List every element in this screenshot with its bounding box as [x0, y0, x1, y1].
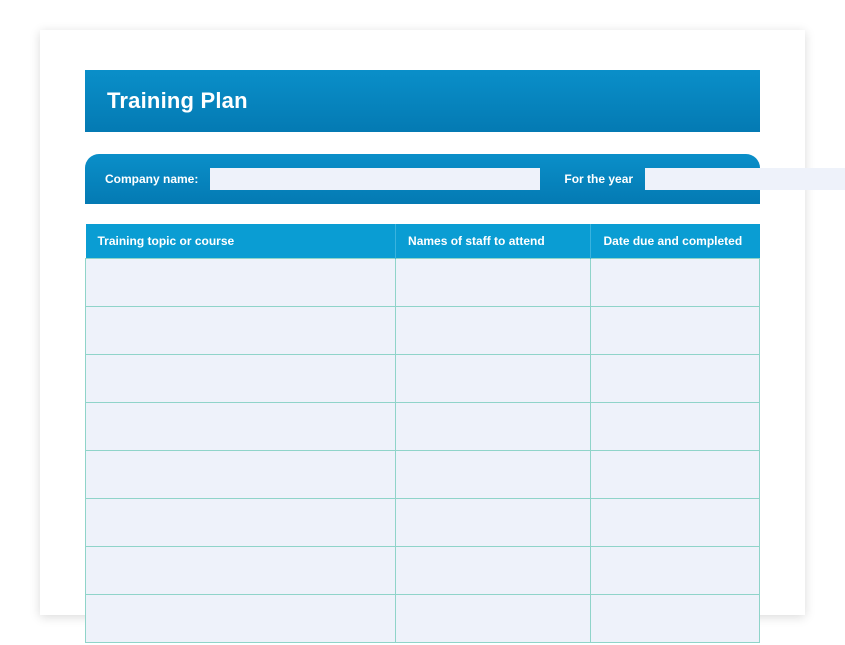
training-table-wrap: Training topic or course Names of staff … — [85, 224, 760, 643]
cell-date[interactable] — [591, 595, 760, 643]
table-row — [86, 259, 760, 307]
table-row — [86, 547, 760, 595]
table-row — [86, 307, 760, 355]
cell-date[interactable] — [591, 547, 760, 595]
header-topic: Training topic or course — [86, 224, 396, 259]
cell-staff[interactable] — [396, 307, 591, 355]
cell-topic[interactable] — [86, 307, 396, 355]
cell-topic[interactable] — [86, 451, 396, 499]
header-staff: Names of staff to attend — [396, 224, 591, 259]
info-bar: Company name: For the year — [85, 154, 760, 204]
company-name-label: Company name: — [105, 172, 198, 186]
cell-topic[interactable] — [86, 259, 396, 307]
cell-date[interactable] — [591, 307, 760, 355]
cell-date[interactable] — [591, 451, 760, 499]
table-row — [86, 451, 760, 499]
page-title: Training Plan — [85, 70, 760, 132]
cell-staff[interactable] — [396, 403, 591, 451]
document-page: Training Plan Company name: For the year… — [40, 30, 805, 615]
table-row — [86, 403, 760, 451]
cell-date[interactable] — [591, 403, 760, 451]
header-date: Date due and completed — [591, 224, 760, 259]
cell-staff[interactable] — [396, 547, 591, 595]
table-header-row: Training topic or course Names of staff … — [86, 224, 760, 259]
cell-staff[interactable] — [396, 451, 591, 499]
cell-staff[interactable] — [396, 259, 591, 307]
cell-topic[interactable] — [86, 547, 396, 595]
year-label: For the year — [564, 172, 633, 186]
company-name-field[interactable] — [210, 168, 540, 190]
cell-staff[interactable] — [396, 595, 591, 643]
cell-date[interactable] — [591, 259, 760, 307]
cell-topic[interactable] — [86, 499, 396, 547]
cell-staff[interactable] — [396, 355, 591, 403]
year-field[interactable] — [645, 168, 845, 190]
table-row — [86, 499, 760, 547]
table-row — [86, 355, 760, 403]
cell-topic[interactable] — [86, 355, 396, 403]
cell-topic[interactable] — [86, 595, 396, 643]
cell-date[interactable] — [591, 499, 760, 547]
cell-staff[interactable] — [396, 499, 591, 547]
training-table: Training topic or course Names of staff … — [85, 224, 760, 643]
cell-topic[interactable] — [86, 403, 396, 451]
cell-date[interactable] — [591, 355, 760, 403]
table-row — [86, 595, 760, 643]
